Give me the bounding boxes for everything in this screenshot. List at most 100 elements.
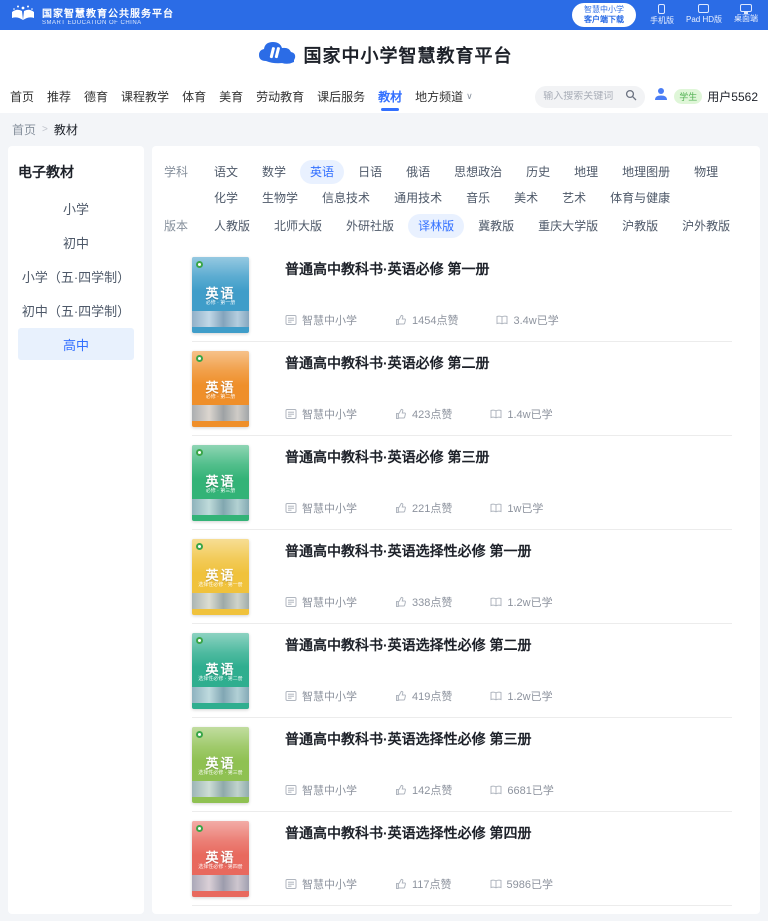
nav-item[interactable]: 德育 — [84, 80, 108, 113]
learned-group: 1.4w已学 — [490, 406, 552, 422]
nav-item[interactable]: 推荐 — [47, 80, 71, 113]
breadcrumb-separator: > — [42, 124, 48, 135]
client-download-button[interactable]: 智慧中小学 客户端下载 — [572, 3, 636, 27]
user-account[interactable]: 学生 用户5562 — [653, 86, 758, 107]
publisher-icon — [285, 502, 297, 514]
book-cover: 英语 必修 · 第一册 — [192, 257, 249, 333]
brand-subtitle: SMART EDUCATION OF CHINA — [42, 20, 174, 26]
open-book-icon — [490, 596, 502, 608]
filter-option[interactable]: 重庆大学版 — [528, 214, 608, 238]
filter-option[interactable]: 艺术 — [552, 186, 596, 210]
book-item[interactable]: 英语 必修 · 第二册 普通高中教科书·英语必修 第二册 — [192, 342, 732, 436]
open-book-icon — [490, 502, 502, 514]
platform-link[interactable]: 桌面端 — [734, 4, 758, 26]
breadcrumb: 首页 > 教材 — [0, 113, 768, 146]
book-item[interactable]: 英语 选择性必修 · 第三册 普通高中教科书·英语选择性必修 第三册 — [192, 718, 732, 812]
nav-item[interactable]: 美育 — [219, 80, 243, 113]
filter-option[interactable]: 思想政治 — [444, 160, 512, 184]
filter-option[interactable]: 化学 — [204, 186, 248, 210]
book-item[interactable]: 英语 必修 · 第一册 普通高中教科书·英语必修 第一册 — [192, 248, 732, 342]
book-meta: 智慧中小学 423点赞 — [285, 406, 732, 422]
nav-item[interactable]: 体育 — [182, 80, 206, 113]
nav-item[interactable]: 首页 — [10, 80, 34, 113]
publisher-group: 智慧中小学 — [285, 312, 357, 328]
filter-option[interactable]: 冀教版 — [468, 214, 524, 238]
avatar-icon — [653, 86, 669, 107]
cover-photo-strip — [192, 405, 249, 421]
publisher-group: 智慧中小学 — [285, 406, 357, 422]
likes-group: 221点赞 — [395, 500, 452, 516]
platform-link[interactable]: Pad HD版 — [686, 4, 722, 26]
filter-option[interactable]: 英语 — [300, 160, 344, 184]
publisher-icon — [285, 690, 297, 702]
publisher-icon — [285, 408, 297, 420]
book-cover: 英语 选择性必修 · 第二册 — [192, 633, 249, 709]
book-title: 普通高中教科书·英语必修 第二册 — [285, 353, 732, 373]
chevron-down-icon: ∨ — [466, 91, 473, 102]
filter-option[interactable]: 音乐 — [456, 186, 500, 210]
open-book-icon — [490, 408, 502, 420]
book-item[interactable]: 英语 选择性必修 · 第一册 普通高中教科书·英语选择性必修 第一册 — [192, 530, 732, 624]
book-meta: 智慧中小学 338点赞 — [285, 594, 732, 610]
book-meta: 智慧中小学 419点赞 — [285, 688, 732, 704]
nav-item[interactable]: 课程教学 — [121, 80, 169, 113]
book-title: 普通高中教科书·英语选择性必修 第四册 — [285, 823, 732, 843]
filter-option[interactable]: 日语 — [348, 160, 392, 184]
cover-photo-strip — [192, 875, 249, 891]
sidebar-items: 小学 初中 小学（五·四学制） 初中（五·四学制） 高中 — [18, 192, 134, 360]
sidebar-item[interactable]: 初中（五·四学制） — [18, 294, 134, 326]
filter-option[interactable]: 地理 — [564, 160, 608, 184]
top-bar: 国家智慧教育公共服务平台 SMART EDUCATION OF CHINA 智慧… — [0, 0, 768, 30]
thumbs-up-icon — [395, 878, 407, 890]
filter-option[interactable]: 译林版 — [408, 214, 464, 238]
filter-option[interactable]: 俄语 — [396, 160, 440, 184]
filter-option[interactable]: 生物学 — [252, 186, 308, 210]
sidebar-item[interactable]: 高中 — [18, 328, 134, 360]
book-item[interactable]: 英语 选择性必修 · 第四册 普通高中教科书·英语选择性必修 第四册 — [192, 812, 732, 906]
book-cover: 英语 选择性必修 · 第四册 — [192, 821, 249, 897]
filter-option[interactable]: 信息技术 — [312, 186, 380, 210]
nav-item[interactable]: 地方频道 ∨ — [415, 80, 473, 113]
filter-option[interactable]: 历史 — [516, 160, 560, 184]
search-input[interactable] — [543, 91, 621, 102]
sidebar-item[interactable]: 小学（五·四学制） — [18, 260, 134, 292]
sidebar: 电子教材 小学 初中 小学（五·四学制） 初中（五·四学制） 高中 — [8, 146, 144, 914]
likes-group: 423点赞 — [395, 406, 452, 422]
book-title: 普通高中教科书·英语必修 第三册 — [285, 447, 732, 467]
filter-option[interactable]: 美术 — [504, 186, 548, 210]
platform-link[interactable]: 手机版 — [650, 4, 674, 26]
breadcrumb-home[interactable]: 首页 — [12, 121, 36, 138]
book-item[interactable]: 英语 必修 · 第三册 普通高中教科书·英语必修 第三册 — [192, 436, 732, 530]
thumbs-up-icon — [395, 408, 407, 420]
thumbs-up-icon — [395, 784, 407, 796]
filter-label: 版本 — [164, 214, 188, 238]
filter-option[interactable]: 北师大版 — [264, 214, 332, 238]
filter-option[interactable]: 语文 — [204, 160, 248, 184]
filter-option[interactable]: 通用技术 — [384, 186, 452, 210]
filter-option[interactable]: 体育与健康 — [600, 186, 680, 210]
thumbs-up-icon — [395, 596, 407, 608]
filter-option[interactable]: 物理 — [684, 160, 728, 184]
cover-photo-strip — [192, 593, 249, 609]
nav-item[interactable]: 课后服务 — [317, 80, 365, 113]
sidebar-item[interactable]: 初中 — [18, 226, 134, 258]
filter-option[interactable]: 地理图册 — [612, 160, 680, 184]
open-book-icon — [490, 690, 502, 702]
search-icon[interactable] — [625, 88, 637, 106]
sidebar-item[interactable]: 小学 — [18, 192, 134, 224]
filter-option[interactable]: 人教版 — [204, 214, 260, 238]
filter-option[interactable]: 沪教版 — [612, 214, 668, 238]
filter-option[interactable]: 数学 — [252, 160, 296, 184]
cover-photo-strip — [192, 687, 249, 703]
filter-option[interactable]: 沪外教版 — [672, 214, 740, 238]
nav-item[interactable]: 劳动教育 — [256, 80, 304, 113]
nav-item[interactable]: 教材 — [378, 80, 402, 113]
filter-row: 版本 人教版 北师大版 外研社版 译林版 冀教版 — [164, 214, 748, 238]
learned-group: 1.2w已学 — [490, 688, 552, 704]
book-item[interactable]: 英语 选择性必修 · 第二册 普通高中教科书·英语选择性必修 第二册 — [192, 624, 732, 718]
breadcrumb-current: 教材 — [54, 121, 78, 138]
tablet-icon — [698, 4, 709, 13]
search-box[interactable] — [535, 86, 645, 108]
filter-option[interactable]: 外研社版 — [336, 214, 404, 238]
platform-links: 手机版 Pad HD版 桌面端 — [650, 4, 758, 26]
